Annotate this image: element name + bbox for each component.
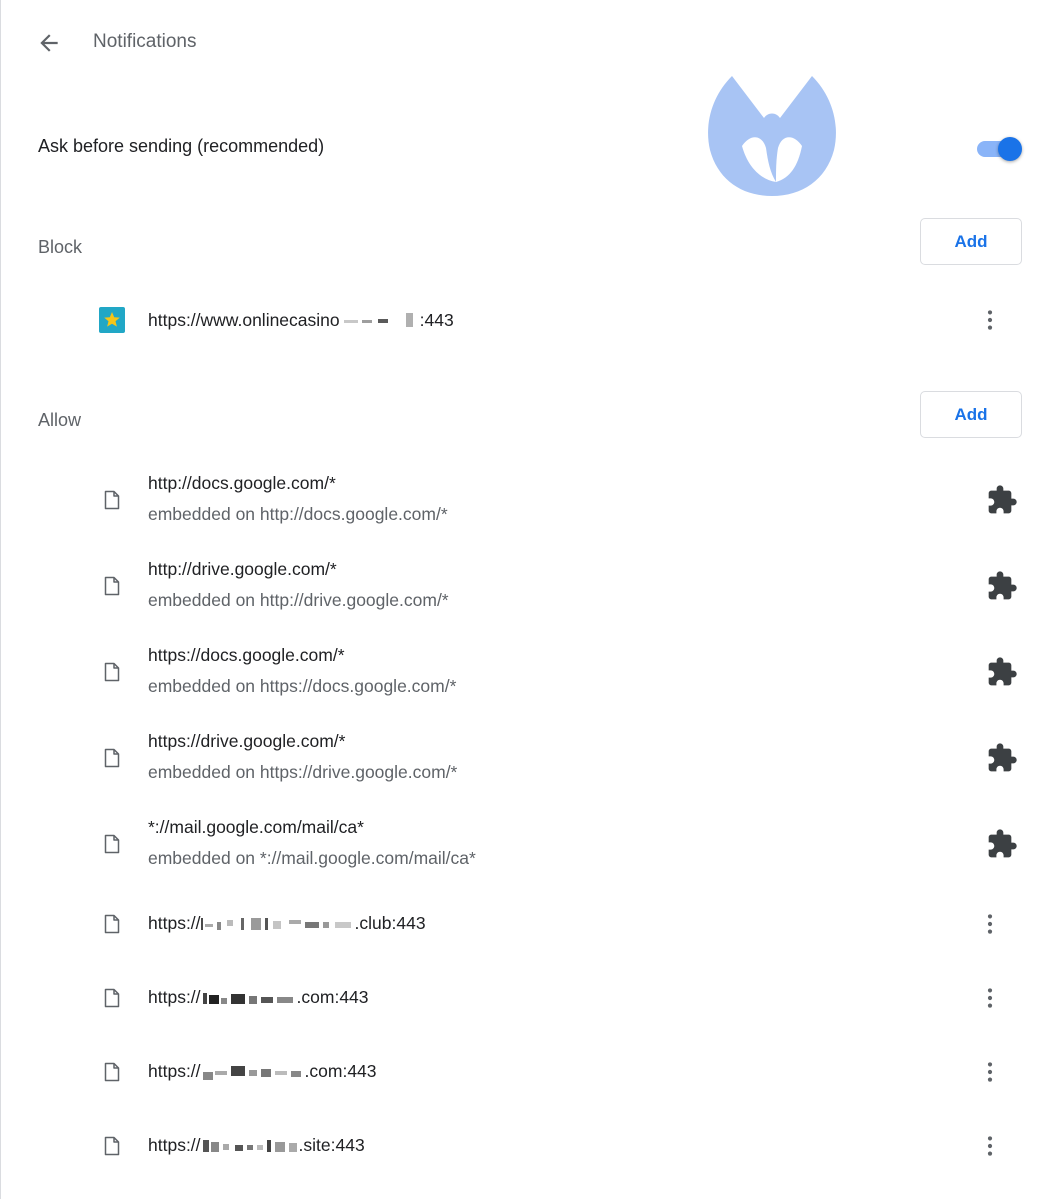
allow-site-row[interactable]: https:// .site:443 [0,1122,1045,1170]
extension-icon [986,570,1018,602]
page-icon [104,576,120,596]
extension-icon [986,656,1018,688]
site-text: https://drive.google.com/* embedded on h… [148,730,457,783]
site-embedded-on: embedded on https://docs.google.com/* [148,676,457,696]
allow-site-row[interactable]: *://mail.google.com/mail/ca* embedded on… [0,810,1045,882]
site-embedded-on: embedded on http://docs.google.com/* [148,504,448,524]
site-url: http://docs.google.com/* [148,473,336,493]
allow-add-button[interactable]: Add [920,391,1022,438]
back-arrow-icon[interactable] [36,30,62,56]
ask-before-sending-toggle[interactable] [974,134,1026,162]
page-icon [104,1136,120,1156]
more-vert-icon[interactable] [976,1132,1004,1160]
allow-section-label: Allow [38,410,82,430]
site-text: https:// .site:443 [148,1134,365,1156]
site-embedded-on: embedded on *://mail.google.com/mail/ca* [148,848,476,868]
site-embedded-on: embedded on http://drive.google.com/* [148,590,449,610]
redacted-text [201,989,297,1007]
site-text: https:// .club:443 [148,912,426,934]
block-add-button[interactable]: Add [920,218,1022,265]
site-url: https:// .com:443 [148,986,369,1008]
site-url: https://docs.google.com/* [148,645,345,665]
page-icon [104,834,120,854]
redacted-text [201,1063,305,1081]
more-vert-icon[interactable] [976,910,1004,938]
allow-section-header: Allow Add [0,391,1045,441]
site-text: *://mail.google.com/mail/ca* embedded on… [148,816,476,869]
page-icon [104,914,120,934]
site-text: https:// .com:443 [148,986,369,1008]
block-section-header: Block Add [0,218,1045,268]
block-site-row[interactable]: https://www.onlinecasino :443 [0,296,1045,344]
page-icon [104,490,120,510]
allow-site-row[interactable]: https:// .com:443 [0,974,1045,1022]
site-url-suffix: :443 [419,310,454,330]
extension-icon [986,742,1018,774]
site-url: https:// .club:443 [148,912,426,934]
more-vert-icon[interactable] [976,1058,1004,1086]
site-url-prefix: https:// [148,913,201,933]
site-url: https:// .site:443 [148,1134,365,1156]
site-text: https://www.onlinecasino :443 [148,309,454,331]
allow-site-row[interactable]: http://drive.google.com/* embedded on ht… [0,552,1045,624]
site-url-prefix: https:// [148,1061,201,1081]
ask-before-sending-row: Ask before sending (recommended) [0,118,1045,176]
site-url-prefix: https://www.onlinecasino [148,310,340,330]
site-url-suffix: .com:443 [296,987,369,1007]
redacted-text [201,1137,299,1155]
site-url-suffix: .club:443 [354,913,426,933]
more-vert-icon[interactable] [976,306,1004,334]
block-section-label: Block [38,237,83,257]
extension-icon [986,828,1018,860]
site-url: https://www.onlinecasino :443 [148,309,454,331]
site-url-prefix: https:// [148,1135,201,1155]
toggle-knob [998,137,1022,161]
redacted-text [340,312,420,330]
page-icon [104,988,120,1008]
allow-site-row[interactable]: http://docs.google.com/* embedded on htt… [0,466,1045,538]
allow-site-row[interactable]: https:// .com:443 [0,1048,1045,1096]
extension-icon [986,484,1018,516]
allow-site-row[interactable]: https://drive.google.com/* embedded on h… [0,724,1045,796]
site-url-suffix: .site:443 [298,1135,365,1155]
more-vert-icon[interactable] [976,984,1004,1012]
ask-before-sending-label: Ask before sending (recommended) [38,136,325,156]
site-text: http://docs.google.com/* embedded on htt… [148,472,448,525]
site-url: https:// .com:443 [148,1060,377,1082]
site-embedded-on: embedded on https://drive.google.com/* [148,762,458,782]
page-icon [104,662,120,682]
redacted-text [200,915,355,933]
site-url-prefix: https:// [148,987,201,1007]
site-text: https:// .com:443 [148,1060,377,1082]
site-url: *://mail.google.com/mail/ca* [148,817,364,837]
page-icon [104,748,120,768]
site-text: http://drive.google.com/* embedded on ht… [148,558,449,611]
allow-site-row[interactable]: https://docs.google.com/* embedded on ht… [0,638,1045,710]
page-title: Notifications [93,31,197,52]
star-favicon-icon [99,307,125,333]
site-text: https://docs.google.com/* embedded on ht… [148,644,456,697]
page-icon [104,1062,120,1082]
page-header: Notifications [0,0,1045,84]
allow-site-row[interactable]: https:// .club:443 [0,900,1045,948]
site-url: https://drive.google.com/* [148,731,346,751]
site-url-suffix: .com:443 [304,1061,377,1081]
site-url: http://drive.google.com/* [148,559,337,579]
